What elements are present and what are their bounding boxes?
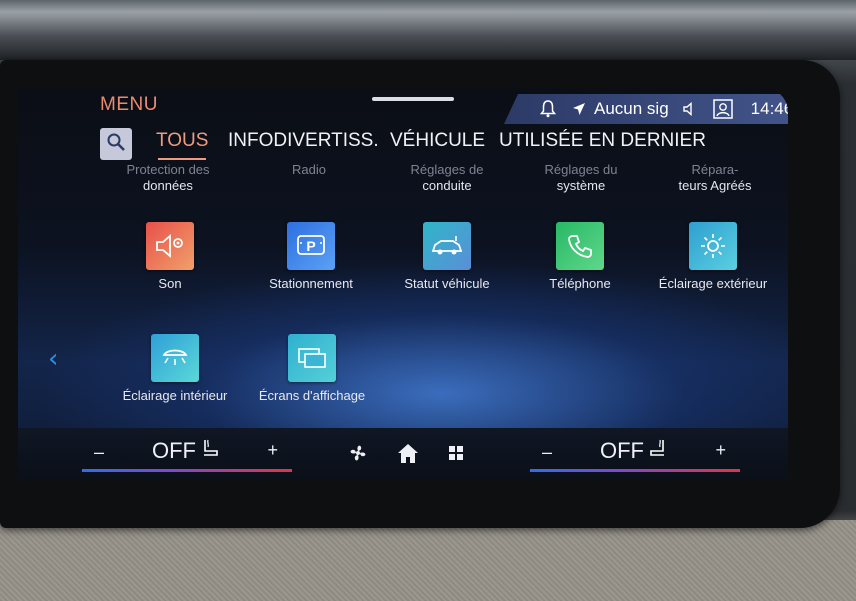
parking-icon: P	[287, 222, 335, 270]
notification-bell-icon[interactable]	[540, 100, 556, 118]
tab-vehicule[interactable]: VÉHICULE	[390, 130, 485, 152]
fan-icon[interactable]	[348, 443, 368, 467]
left-seat-plus-button[interactable]: +	[267, 440, 278, 461]
status-bar[interactable]: Aucun sig 14:46	[504, 94, 788, 124]
svg-text:P: P	[306, 238, 315, 254]
tab-infodivertissement[interactable]: INFODIVERTISS.	[228, 130, 379, 152]
app-statut-vehicule[interactable]: Statut véhicule	[382, 222, 512, 292]
app-radio[interactable]: Radio	[244, 162, 374, 178]
phone-icon	[556, 222, 604, 270]
right-seat-minus-button[interactable]: –	[542, 442, 552, 463]
app-eclairage-exterieur[interactable]: Éclairage extérieur	[648, 222, 778, 292]
displays-icon	[288, 334, 336, 382]
app-reparateurs-agrees[interactable]: Répara- teurs Agréés	[650, 162, 780, 194]
profile-icon[interactable]	[712, 99, 733, 119]
app-stationnement[interactable]: P Stationnement	[246, 222, 376, 292]
app-son[interactable]: Son	[105, 222, 235, 292]
car-status-icon	[423, 222, 471, 270]
signal-status-text: Aucun sig	[594, 99, 669, 118]
interior-light-icon	[151, 334, 199, 382]
right-seat-heating-status[interactable]: OFF	[600, 438, 668, 464]
category-tabs: TOUS INFODIVERTISS. VÉHICULE UTILISÉE EN…	[18, 126, 788, 166]
app-label: Téléphone	[549, 276, 611, 291]
home-icon[interactable]	[396, 442, 420, 468]
app-grid: Protection des données Radio Réglages de…	[18, 162, 788, 480]
app-label: Son	[158, 276, 182, 291]
right-seat-temperature-bar	[530, 469, 740, 472]
tab-tous[interactable]: TOUS	[156, 130, 208, 160]
app-label: Éclairage intérieur	[122, 388, 228, 403]
seat-heating-icon	[200, 438, 220, 464]
left-seat-heating-status[interactable]: OFF	[152, 438, 220, 464]
search-icon	[106, 132, 126, 156]
scroll-left-arrow-icon[interactable]: ‹	[48, 344, 58, 374]
infotainment-screen: MENU Aucun sig 14:46 TOUS INFODIVERTISS.…	[18, 88, 788, 480]
right-seat-plus-button[interactable]: +	[715, 440, 726, 461]
volume-icon[interactable]	[682, 102, 697, 116]
app-reglages-de-conduite[interactable]: Réglages de conduite	[382, 162, 512, 194]
left-seat-heating-control: – OFF +	[82, 428, 292, 480]
navigation-arrow-icon	[572, 102, 586, 116]
exterior-light-icon	[689, 222, 737, 270]
dashboard-top	[0, 0, 856, 60]
menu-title: MENU	[100, 94, 158, 115]
dashboard-bottom	[0, 520, 856, 601]
app-eclairage-interieur[interactable]: Éclairage intérieur	[110, 334, 240, 404]
app-reglages-du-systeme[interactable]: Réglages du système	[516, 162, 646, 194]
climate-bar: – OFF + – OFF +	[18, 428, 788, 480]
app-telephone[interactable]: Téléphone	[515, 222, 645, 292]
apps-grid-icon[interactable]	[448, 445, 464, 465]
clock: 14:46	[750, 99, 788, 118]
app-label: Statut véhicule	[404, 276, 490, 291]
app-label: Stationnement	[269, 276, 353, 291]
tab-utilisee-en-dernier[interactable]: UTILISÉE EN DERNIER	[499, 130, 706, 152]
app-protection-des-donnees[interactable]: Protection des données	[103, 162, 233, 194]
speaker-gear-icon	[146, 222, 194, 270]
left-seat-temperature-bar	[82, 469, 292, 472]
search-button[interactable]	[100, 128, 132, 160]
app-label: Éclairage extérieur	[658, 276, 768, 291]
pull-down-handle[interactable]	[372, 97, 454, 101]
climate-center-controls	[348, 442, 464, 468]
right-seat-heating-control: – OFF +	[530, 428, 740, 480]
app-label: Écrans d'affichage	[258, 388, 366, 403]
left-seat-minus-button[interactable]: –	[94, 442, 104, 463]
seat-heating-icon	[648, 438, 668, 464]
app-ecrans-affichage[interactable]: Écrans d'affichage	[247, 334, 377, 404]
